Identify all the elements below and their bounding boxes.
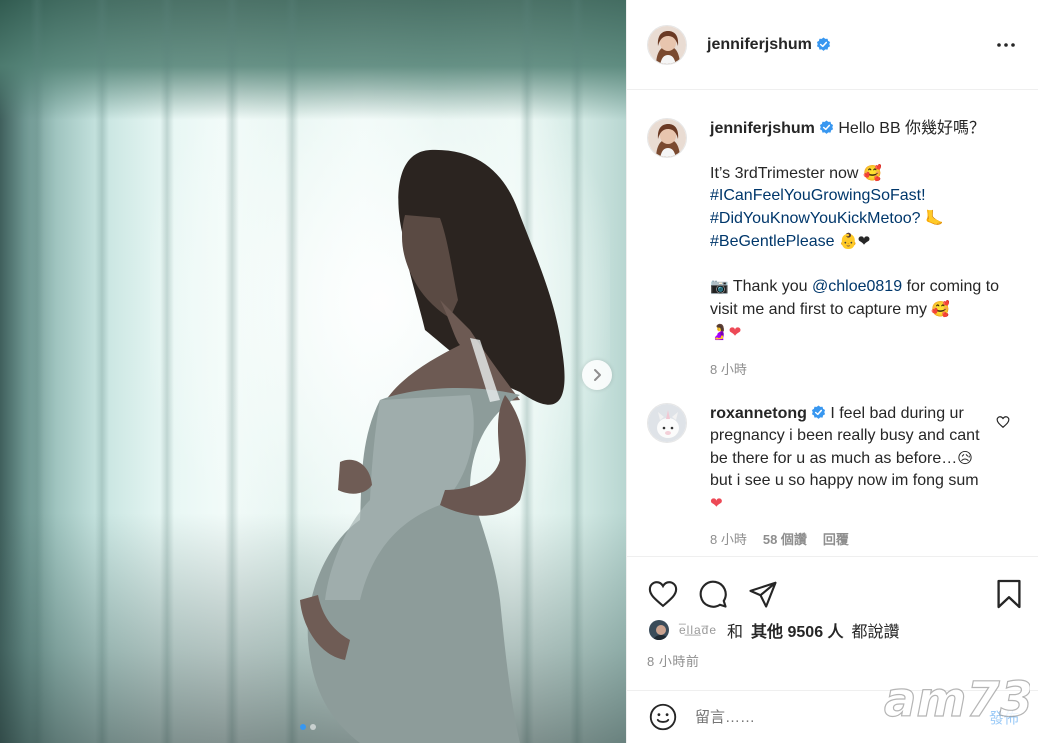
avatar-image [648,119,686,157]
carousel-dot-active [300,724,306,730]
author-avatar[interactable] [647,24,687,65]
share-button[interactable] [747,578,779,610]
post-timestamp[interactable]: 8 小時前 [627,643,1038,670]
comment-button[interactable] [697,578,729,610]
sad-face-emoji: 😥 [957,449,973,467]
hashtag-link[interactable]: #ICanFeelYouGrowingSoFast! [710,187,926,204]
action-bar [627,557,1038,617]
caption-username[interactable]: jenniferjshum [710,120,815,137]
likes-suffix: 都說讚 [851,624,900,641]
foot-emoji: 🦶 [924,209,944,227]
like-comment-heart-icon[interactable] [996,415,1010,429]
unicorn-avatar-image [648,404,686,442]
smiling-face-hearts-emoji: 🥰 [862,164,882,182]
verified-badge-icon [811,405,825,419]
comment-timestamp[interactable]: 8 小時 [710,529,747,548]
chevron-right-icon [594,369,601,381]
carousel-dot [310,724,316,730]
smiling-face-hearts-emoji: 🥰 [931,300,951,318]
avatar-image [649,620,669,640]
avatar-image [648,25,686,64]
baby-heart-emoji: 👶❤ [838,232,871,250]
post-side-panel: jenniferjshum jenniferjshum Hello BB 你幾好… [626,0,1038,743]
carousel-indicator [300,724,316,730]
commenter-username[interactable]: roxannetong [710,405,807,422]
ellipsis-icon [997,42,1015,47]
smiley-icon [649,703,677,731]
comment-meta: 8 小時 58 個讚 回覆 [710,529,982,548]
caption-credit-text: Thank you [732,278,808,295]
more-options-button[interactable] [994,33,1018,57]
comment-reply-button[interactable]: 回覆 [823,529,849,548]
caption-line: It’s 3rdTrimester now [710,165,859,182]
likes-count-link[interactable]: 其他 9506 人 [751,618,844,642]
likes-and: 和 [727,624,744,641]
pregnant-heart-emoji: 🤰❤ [710,323,742,341]
carousel-next-button[interactable] [582,360,612,390]
camera-emoji: 📷 [710,277,729,295]
caption-author-avatar[interactable] [647,118,687,158]
commenter-avatar[interactable] [647,403,687,443]
comment-body: but i see u so happy now im fong sum [710,472,979,489]
post-comment-button[interactable]: 發佈 [989,707,1019,728]
verified-badge-icon [816,37,830,51]
like-button[interactable] [647,578,679,610]
post-image[interactable] [0,0,626,743]
woman-silhouette [300,149,565,743]
post-actions-section: e̅l̲l̲a̲d̅e 和 其他 9506 人 都說讚 8 小時前 [627,556,1038,670]
comment-text: roxannetong I feel bad during ur pregnan… [710,403,982,515]
verified-badge-icon [819,120,833,134]
comment-item: roxannetong I feel bad during ur pregnan… [647,403,1037,548]
comment-input[interactable] [695,708,895,726]
likes-summary: e̅l̲l̲a̲d̅e 和 其他 9506 人 都說讚 [627,617,1038,643]
caption-timestamp[interactable]: 8 小時 [710,359,1022,381]
liker-avatar[interactable] [647,618,671,642]
post-header: jenniferjshum [627,0,1038,90]
add-comment-bar: 發佈 [627,690,1038,743]
caption-greeting: Hello BB 你幾好嗎？ [838,120,986,137]
author-username[interactable]: jenniferjshum [707,36,812,54]
comment-likes-count[interactable]: 58 個讚 [763,529,807,548]
paper-plane-icon [749,581,777,608]
liker-username[interactable]: e̅l̲l̲a̲d̅e [679,623,717,637]
hashtag-link[interactable]: #DidYouKnowYouKickMetoo? [710,210,921,227]
bookmark-icon [997,579,1021,609]
red-heart-emoji: ❤ [710,494,723,512]
speech-bubble-icon [699,580,727,608]
mention-link[interactable]: @chloe0819 [812,278,902,295]
save-button[interactable] [993,578,1025,610]
emoji-picker-button[interactable] [647,701,679,733]
heart-icon [648,581,678,608]
hashtag-link[interactable]: #BeGentlePlease [710,233,835,250]
caption-text: jenniferjshum Hello BB 你幾好嗎？ It’s 3rdTri… [710,118,1022,381]
post-caption: jenniferjshum Hello BB 你幾好嗎？ It’s 3rdTri… [647,118,1027,381]
